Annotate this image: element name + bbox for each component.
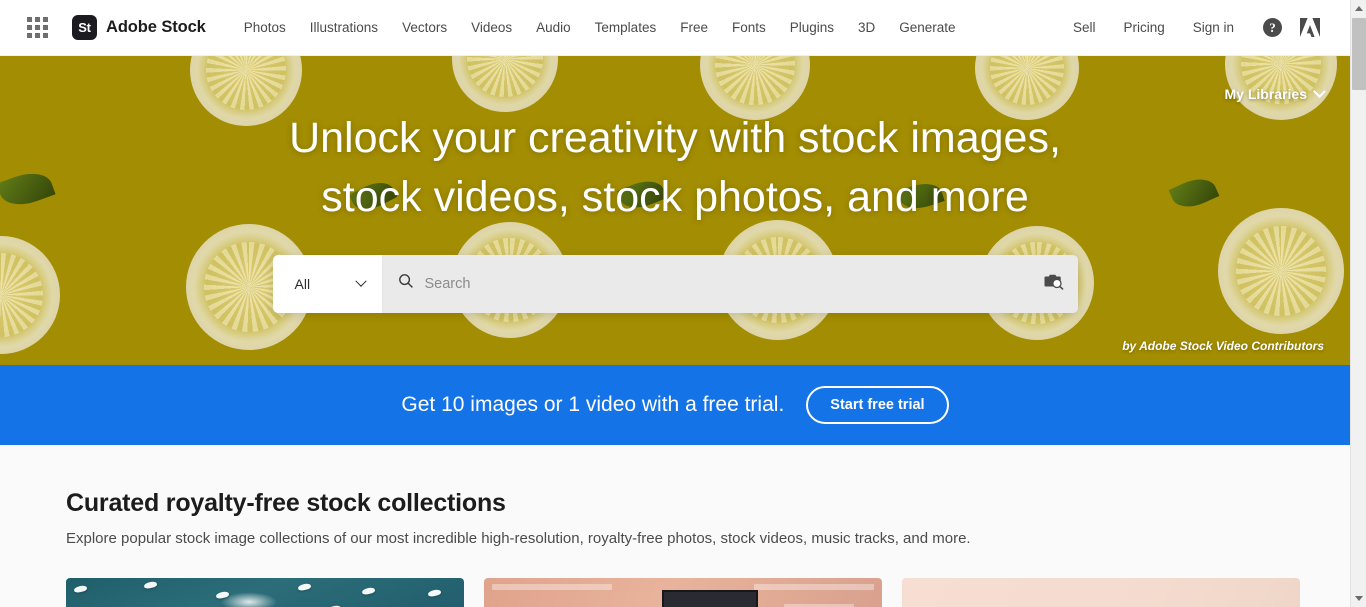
hero-attribution: by Adobe Stock Video Contributors bbox=[1122, 339, 1324, 353]
search-field-wrapper bbox=[382, 254, 1078, 313]
my-libraries-dropdown[interactable]: My Libraries bbox=[1224, 84, 1326, 102]
my-libraries-label: My Libraries bbox=[1224, 86, 1307, 102]
hero-banner: My Libraries Unlock your creativity with… bbox=[0, 56, 1350, 365]
collection-card-birds[interactable] bbox=[66, 578, 464, 607]
page-scrollbar[interactable] bbox=[1350, 0, 1366, 607]
start-free-trial-button[interactable]: Start free trial bbox=[806, 386, 949, 424]
search-icon bbox=[398, 273, 414, 294]
adobe-logo-icon[interactable] bbox=[1300, 18, 1320, 37]
nav-item-vectors[interactable]: Vectors bbox=[390, 14, 459, 41]
link-sign-in[interactable]: Sign in bbox=[1180, 14, 1247, 41]
page-content: St Adobe Stock Photos Illustrations Vect… bbox=[0, 0, 1350, 607]
nav-item-illustrations[interactable]: Illustrations bbox=[298, 14, 390, 41]
adobe-stock-mark-icon: St bbox=[72, 15, 97, 40]
browser-viewport: St Adobe Stock Photos Illustrations Vect… bbox=[0, 0, 1366, 607]
hero-title: Unlock your creativity with stock images… bbox=[289, 114, 1061, 221]
nav-item-generate[interactable]: Generate bbox=[887, 14, 967, 41]
hero-content: My Libraries Unlock your creativity with… bbox=[0, 56, 1350, 365]
search-category-value: All bbox=[294, 275, 311, 292]
site-header: St Adobe Stock Photos Illustrations Vect… bbox=[0, 0, 1350, 56]
scroll-up-arrow[interactable] bbox=[1351, 0, 1366, 17]
visual-search-camera-icon[interactable] bbox=[1044, 272, 1064, 295]
free-trial-banner: Get 10 images or 1 video with a free tri… bbox=[0, 365, 1350, 445]
nav-item-photos[interactable]: Photos bbox=[232, 14, 298, 41]
collection-card-code[interactable] bbox=[484, 578, 882, 607]
nav-item-plugins[interactable]: Plugins bbox=[778, 14, 846, 41]
nav-item-audio[interactable]: Audio bbox=[524, 14, 583, 41]
curated-collections-section: Curated royalty-free stock collections E… bbox=[0, 445, 1350, 607]
nav-item-free[interactable]: Free bbox=[668, 14, 720, 41]
search-category-select[interactable]: All bbox=[272, 254, 383, 313]
link-sell[interactable]: Sell bbox=[1060, 14, 1109, 41]
link-pricing[interactable]: Pricing bbox=[1110, 14, 1177, 41]
search-bar: All bbox=[272, 254, 1078, 313]
brand-name: Adobe Stock bbox=[106, 18, 206, 36]
search-input[interactable] bbox=[424, 275, 1033, 292]
section-subheading: Explore popular stock image collections … bbox=[66, 530, 971, 547]
header-right-actions: Sell Pricing Sign in ? bbox=[1060, 14, 1350, 41]
nav-item-videos[interactable]: Videos bbox=[459, 14, 524, 41]
section-heading: Curated royalty-free stock collections bbox=[66, 489, 506, 517]
scroll-down-arrow[interactable] bbox=[1351, 590, 1366, 607]
promo-text: Get 10 images or 1 video with a free tri… bbox=[401, 393, 785, 416]
nav-item-templates[interactable]: Templates bbox=[583, 14, 669, 41]
brand-logo[interactable]: St Adobe Stock bbox=[72, 15, 206, 40]
collection-card-texture[interactable] bbox=[902, 578, 1300, 607]
nav-item-fonts[interactable]: Fonts bbox=[720, 14, 778, 41]
main-navigation: Photos Illustrations Vectors Videos Audi… bbox=[232, 14, 968, 41]
app-grid-icon[interactable] bbox=[20, 13, 54, 43]
collection-cards bbox=[66, 578, 1350, 607]
chevron-down-icon bbox=[1313, 84, 1326, 98]
nav-item-3d[interactable]: 3D bbox=[846, 14, 887, 41]
chevron-down-icon bbox=[354, 275, 367, 287]
help-icon[interactable]: ? bbox=[1263, 18, 1282, 37]
scrollbar-thumb[interactable] bbox=[1352, 18, 1366, 90]
